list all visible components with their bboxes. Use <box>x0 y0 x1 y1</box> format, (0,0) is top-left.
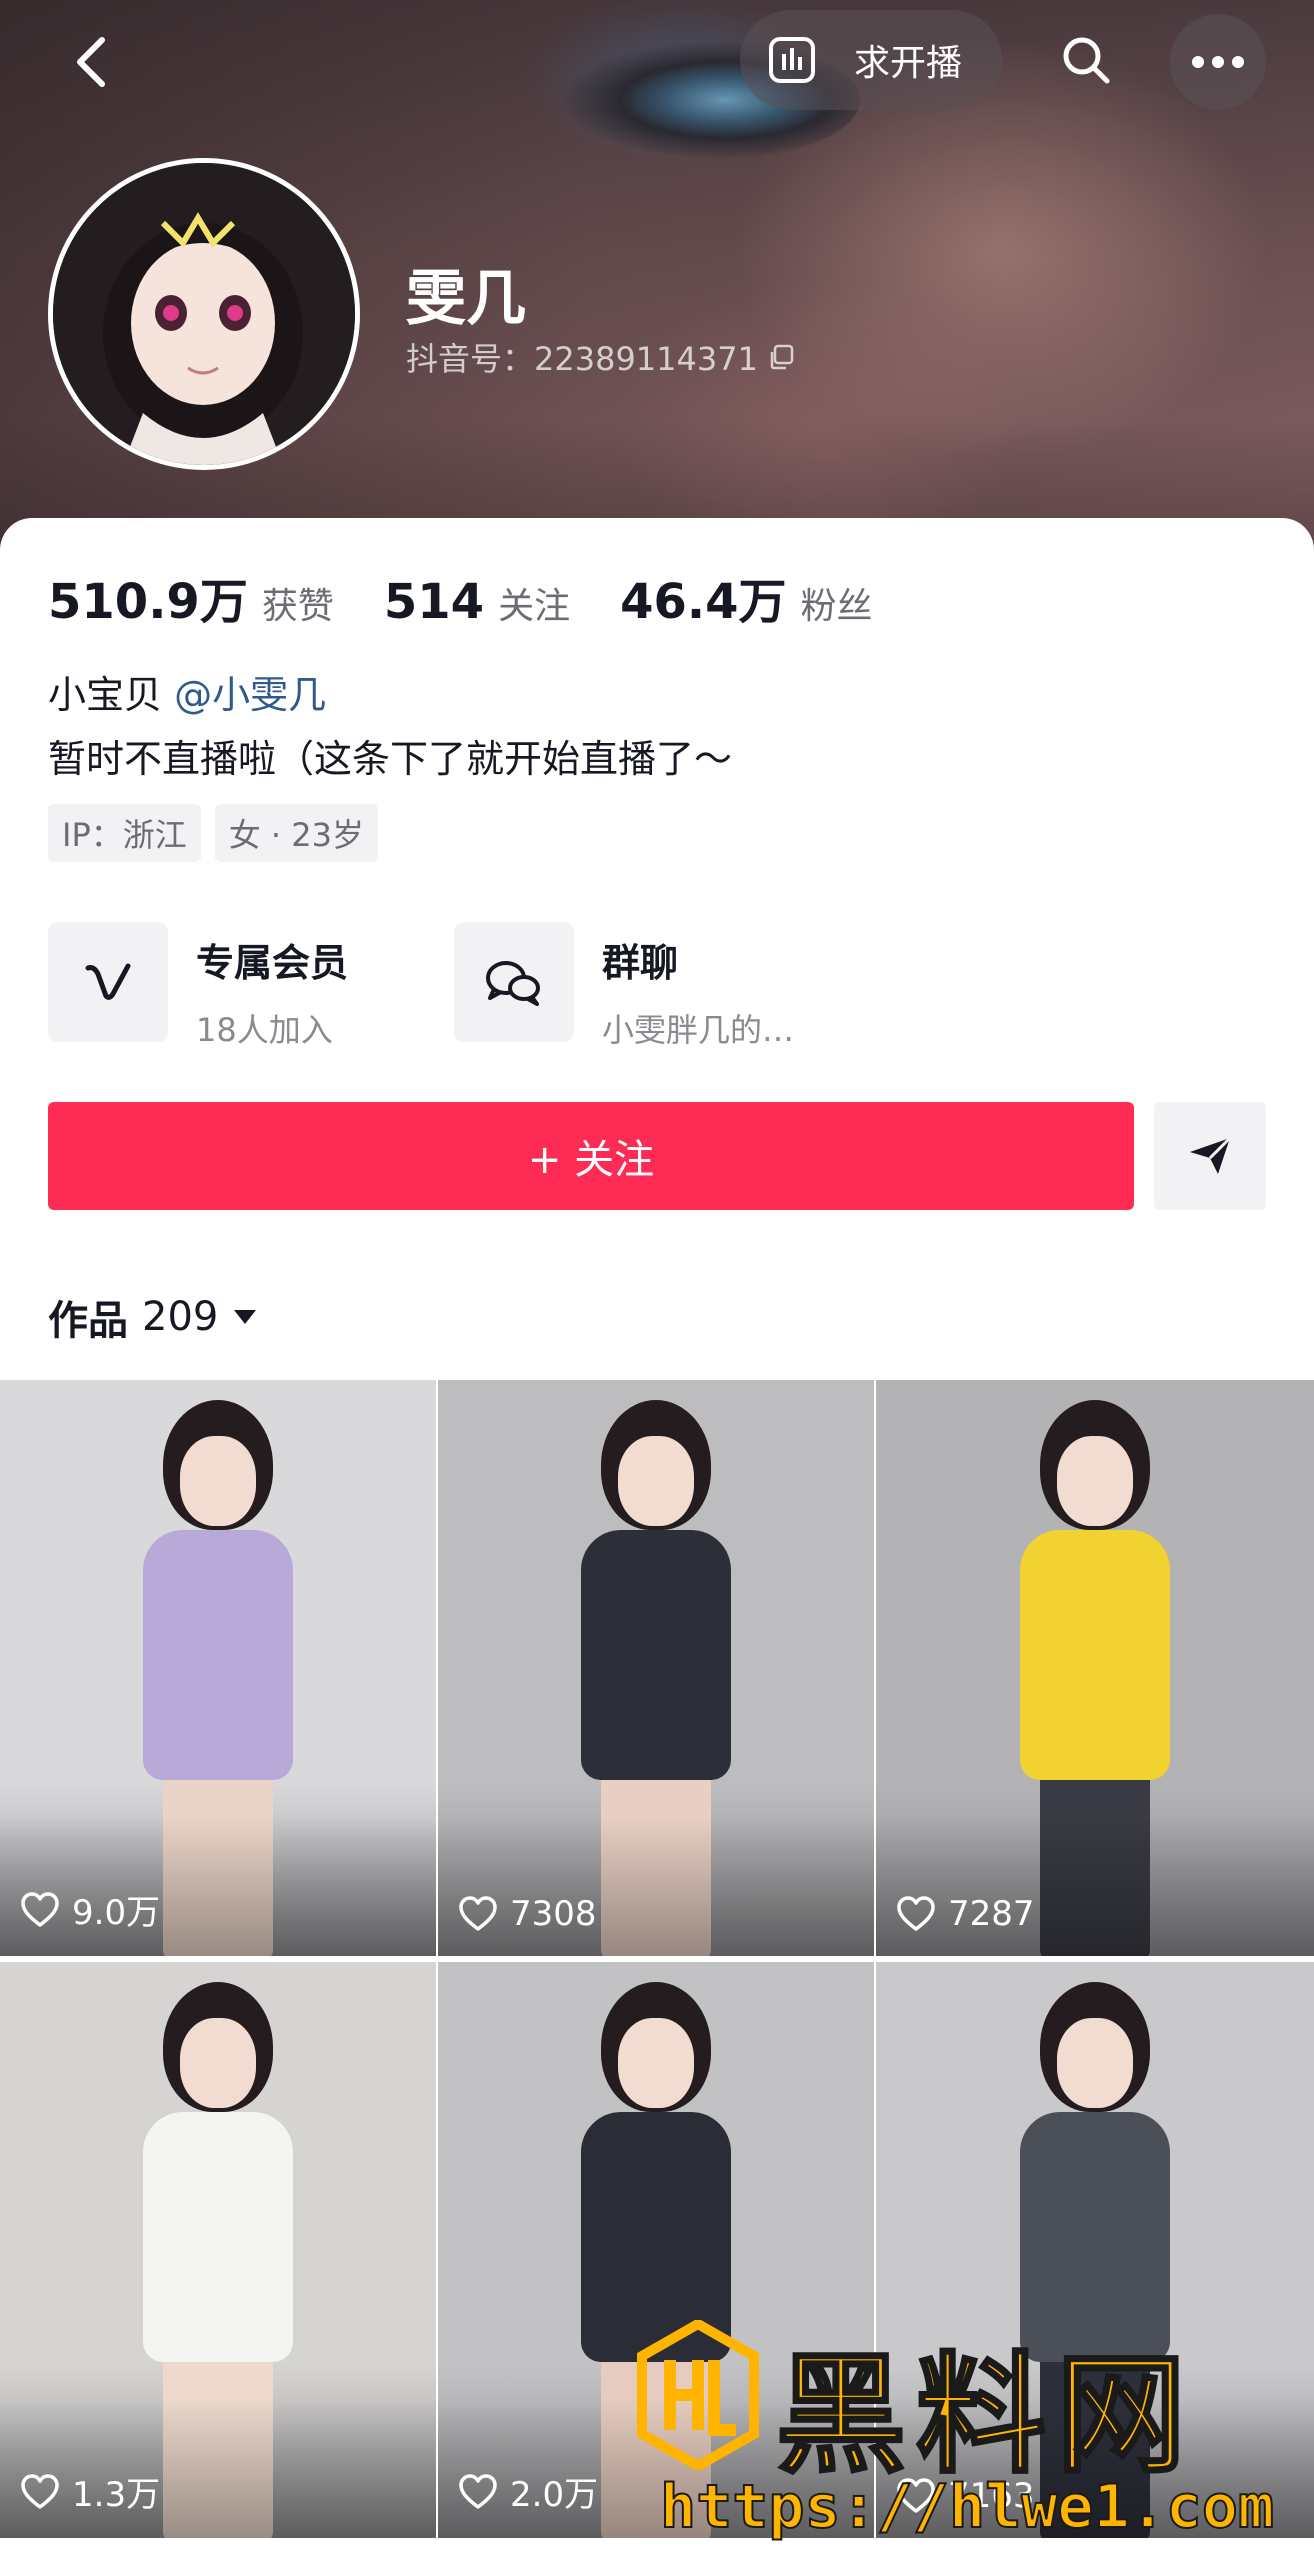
thumbnail-figure-face <box>1057 1436 1133 1526</box>
video-thumbnail[interactable]: 1.3万 <box>0 1962 436 2538</box>
thumbnail-figure-face <box>618 1436 694 1526</box>
stat-value: 46.4万 <box>620 574 787 630</box>
stat-followers[interactable]: 46.4万 粉丝 <box>620 562 872 632</box>
thumbnail-figure-face <box>180 2018 256 2108</box>
bio-mention-link[interactable]: @小雯几 <box>174 673 326 717</box>
thumbnail-figure-face <box>180 1436 256 1526</box>
chat-bubbles-icon <box>486 961 540 1006</box>
thumbnail-shade <box>438 1816 874 1956</box>
bio-line-2: 暂时不直播啦（这条下了就开始直播了～ <box>48 737 733 781</box>
stat-value: 510.9万 <box>48 574 248 630</box>
like-count-text: 7287 <box>948 1894 1035 1934</box>
thumbnail-shade <box>876 1816 1314 1956</box>
like-count-text: 2.0万 <box>510 2475 599 2515</box>
stat-label: 粉丝 <box>800 586 873 627</box>
watermark-url: https://hlwe1.com <box>659 2471 1275 2543</box>
membership-icon-box <box>48 922 168 1042</box>
works-label: 作品 <box>48 1298 128 1344</box>
works-tab[interactable]: 作品 209 <box>48 1288 258 1346</box>
group-chat-title: 群聊 <box>602 941 679 985</box>
thumbnail-figure-outfit <box>143 1530 293 1780</box>
heart-icon <box>21 1891 59 1927</box>
more-dots-icon <box>1192 56 1244 68</box>
group-chat-icon-box <box>454 922 574 1042</box>
like-count-text: 9.0万 <box>72 1893 161 1933</box>
douyin-id[interactable]: 抖音号：22389114371 <box>406 334 794 380</box>
video-thumbnail[interactable]: 7308 <box>438 1380 874 1956</box>
video-thumbnail[interactable]: 7287 <box>876 1380 1314 1956</box>
thumbnail-figure-outfit <box>1020 1530 1170 1780</box>
membership-text: 专属会员 18人加入 <box>196 922 348 1051</box>
hl-logo-icon <box>637 2320 759 2470</box>
profile-stats: 510.9万 获赞 514 关注 46.4万 粉丝 <box>48 562 923 632</box>
stat-value: 514 <box>383 574 485 630</box>
copy-icon[interactable] <box>768 344 794 370</box>
heart-icon <box>459 2473 497 2509</box>
stat-likes[interactable]: 510.9万 获赞 <box>48 562 334 632</box>
thumbnail-figure-face <box>1057 2018 1133 2108</box>
membership-title: 专属会员 <box>196 941 349 985</box>
douyin-id-text: 抖音号：22389114371 <box>406 340 758 378</box>
video-like-count: 1.3万 <box>20 2467 160 2516</box>
follow-button[interactable]: + 关注 <box>48 1102 1134 1210</box>
profile-nickname: 雯几 <box>406 264 526 334</box>
ip-location-tag: IP：浙江 <box>48 804 201 862</box>
search-icon <box>1063 37 1110 84</box>
thumbnail-figure-outfit <box>581 1530 731 1780</box>
vip-v-icon <box>85 963 131 1000</box>
bio-prefix: 小宝贝 <box>48 673 175 717</box>
video-like-count: 2.0万 <box>458 2467 598 2516</box>
video-like-count: 7287 <box>896 1894 1035 1934</box>
video-like-count: 9.0万 <box>20 1885 160 1934</box>
site-watermark: 黑料网 https://hlwe1.com <box>636 2310 1296 2550</box>
like-count-text: 7308 <box>510 1894 597 1934</box>
video-like-count: 7308 <box>458 1894 597 1934</box>
avatar-image <box>53 163 355 465</box>
like-count-text: 1.3万 <box>72 2475 161 2515</box>
membership-subtitle: 18人加入 <box>196 1011 333 1049</box>
thumbnail-figure-face <box>618 2018 694 2108</box>
thumbnail-figure-outfit <box>143 2112 293 2362</box>
back-button[interactable] <box>62 30 122 94</box>
send-arrow-icon <box>1190 1136 1232 1174</box>
gender-age-tag: 女 · 23岁 <box>214 804 378 862</box>
watermark-title: 黑料网 <box>774 2338 1197 2493</box>
request-live-button[interactable]: 求开播 <box>740 10 1002 110</box>
heart-icon <box>21 2473 59 2509</box>
profile-tags: IP：浙江 女 · 23岁 <box>48 804 378 862</box>
heart-icon <box>897 1896 935 1931</box>
share-button[interactable] <box>1154 1102 1266 1210</box>
caret-down-icon <box>234 1310 257 1324</box>
group-chat-entry[interactable]: 群聊 小雯胖几的… <box>454 922 794 1051</box>
request-live-label: 求开播 <box>854 43 963 84</box>
works-count: 209 <box>142 1294 219 1340</box>
bar-chart-icon <box>769 37 815 83</box>
bio-line-1: 小宝贝 @小雯几 <box>48 664 326 719</box>
group-chat-subtitle: 小雯胖几的… <box>602 1011 795 1049</box>
group-chat-text: 群聊 小雯胖几的… <box>602 922 794 1051</box>
more-options-button[interactable] <box>1170 14 1266 110</box>
stat-following[interactable]: 514 关注 <box>384 574 570 630</box>
chevron-left-icon <box>77 37 105 87</box>
membership-entry[interactable]: 专属会员 18人加入 <box>48 922 348 1051</box>
heart-icon <box>459 1896 497 1931</box>
search-button[interactable] <box>1052 26 1120 94</box>
avatar[interactable] <box>48 158 360 470</box>
stat-label: 获赞 <box>261 586 334 627</box>
stat-label: 关注 <box>498 586 571 627</box>
video-thumbnail[interactable]: 9.0万 <box>0 1380 436 1956</box>
profile-card: 510.9万 获赞 514 关注 46.4万 粉丝 小宝贝 @小雯几 暂时不直播… <box>0 518 1314 1378</box>
